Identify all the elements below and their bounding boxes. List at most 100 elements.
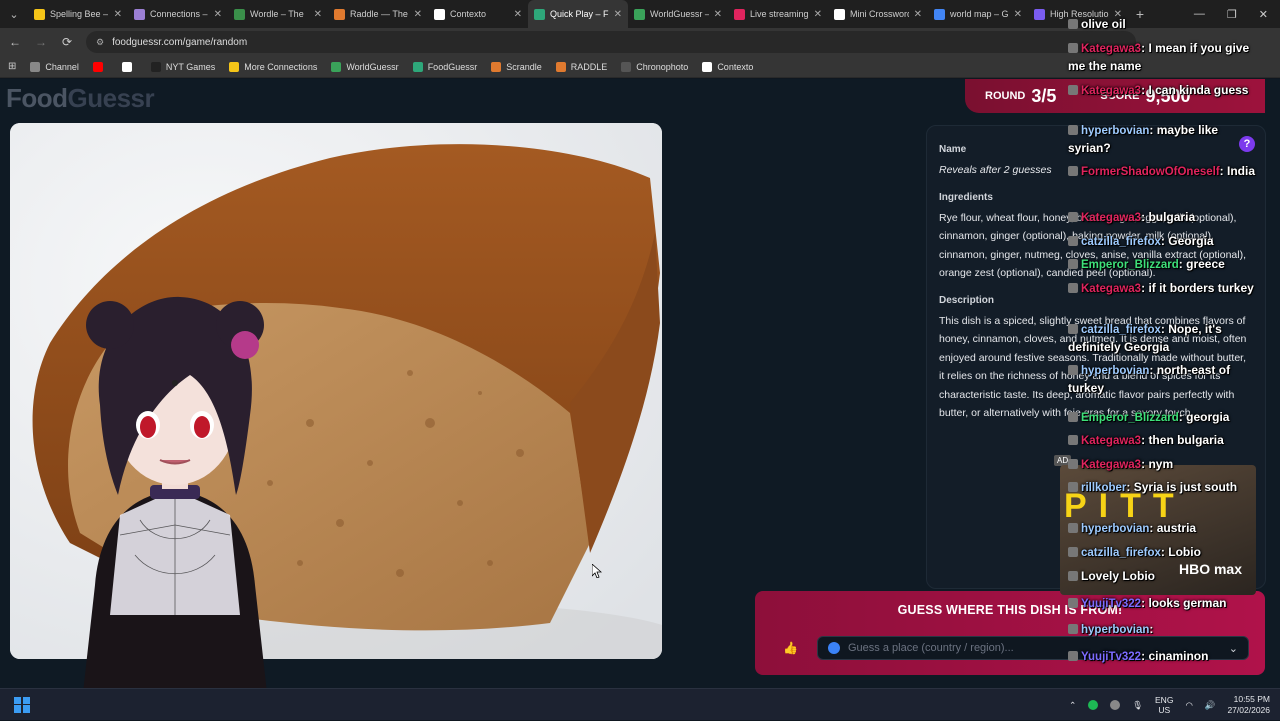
clock[interactable]: 10:55 PM 27/02/2026 — [1227, 694, 1270, 716]
browser-tab[interactable]: world map – G ✕ — [928, 0, 1028, 28]
browser-tab[interactable]: Live streaming ✕ — [728, 0, 828, 28]
url-bar[interactable]: ⚙ foodguessr.com/game/random — [86, 31, 1136, 53]
back-icon[interactable]: ← — [8, 35, 22, 49]
tab-close-icon[interactable]: ✕ — [514, 9, 522, 20]
chat-username: hyperbovian — [1081, 125, 1150, 137]
chat-username: hyperbovian — [1081, 624, 1150, 636]
chat-badge-icon — [1068, 547, 1078, 557]
tab-favicon-icon — [334, 8, 345, 20]
chat-username: YuujiTv322 — [1081, 651, 1142, 663]
chat-username: catzilla_firefox — [1081, 547, 1161, 559]
chat-badge-icon — [1068, 324, 1078, 334]
tab-close-icon[interactable]: ✕ — [614, 9, 622, 20]
chat-username: Kategawa3 — [1081, 85, 1142, 97]
app-tray-icon[interactable] — [1110, 700, 1121, 710]
tab-favicon-icon — [934, 8, 945, 20]
bookmark-item[interactable]: RADDLE — [555, 61, 607, 72]
tab-favicon-icon — [1034, 8, 1045, 20]
microphone-icon[interactable]: 🎙 — [1132, 700, 1143, 711]
bookmark-item[interactable] — [121, 61, 137, 72]
chat-username: catzilla_firefox — [1081, 236, 1161, 248]
bookmark-item[interactable] — [92, 61, 108, 72]
tab-close-icon[interactable]: ✕ — [214, 9, 222, 20]
chat-text: Lovely Lobio — [1081, 569, 1156, 583]
tab-favicon-icon — [234, 8, 245, 20]
thumbs-up-icon[interactable]: 👍 — [783, 641, 798, 655]
chat-badge-icon — [1068, 435, 1078, 445]
chat-badge-icon — [1068, 43, 1078, 53]
chat-badge-icon — [1068, 571, 1078, 581]
chat-message: hyperbovian: maybe like syrian? — [1068, 123, 1219, 155]
tab-close-icon[interactable]: ✕ — [1014, 9, 1022, 20]
volume-icon[interactable]: 🔊 — [1205, 700, 1216, 711]
globe-icon — [828, 642, 840, 654]
tab-favicon-icon — [634, 8, 645, 20]
tab-close-icon[interactable]: ✕ — [714, 9, 722, 20]
mouse-cursor-icon — [592, 564, 602, 578]
chat-badge-icon — [1068, 259, 1078, 269]
tab-search-button[interactable]: ⌄ — [0, 0, 28, 28]
tab-close-icon[interactable]: ✕ — [314, 9, 322, 20]
tab-favicon-icon — [834, 8, 845, 20]
foodguessr-logo[interactable]: FoodGuessr — [6, 83, 155, 114]
browser-tab[interactable]: Connections – ✕ — [128, 0, 228, 28]
browser-tab[interactable]: Wordle – The ✕ — [228, 0, 328, 28]
chat-message: hyperbovian: — [1068, 621, 1264, 639]
tab-label: Connections – — [150, 9, 208, 19]
chat-text: bulgaria — [1148, 210, 1196, 224]
chat-username: Kategawa3 — [1081, 435, 1142, 447]
tab-label: Live streaming — [750, 9, 809, 19]
chat-message: YuujiTv322: cinaminon — [1068, 648, 1264, 666]
bookmark-item[interactable]: Chronophoto — [621, 61, 689, 72]
reload-icon[interactable]: ⟳ — [60, 35, 74, 49]
tab-close-icon[interactable]: ✕ — [814, 9, 822, 20]
browser-tab[interactable]: Contexto ✕ — [428, 0, 528, 28]
chat-username: YuujiTv322 — [1081, 598, 1142, 610]
tab-favicon-icon — [534, 8, 545, 20]
bookmark-item[interactable]: NYT Games — [150, 61, 215, 72]
bookmark-item[interactable]: Channel — [30, 61, 79, 72]
logo-part-food: Food — [6, 83, 68, 113]
tab-label: world map – G — [950, 9, 1009, 19]
apps-icon[interactable]: ⊞ — [8, 61, 16, 72]
wifi-icon[interactable]: ◠ — [1185, 700, 1192, 711]
browser-tab[interactable]: Quick Play – F ✕ — [528, 0, 628, 28]
forward-icon[interactable]: → — [34, 35, 48, 49]
bookmark-item[interactable]: Scrandle — [491, 61, 542, 72]
chat-message: FormerShadowOfOneself: India — [1068, 163, 1264, 181]
chat-username: FormerShadowOfOneself — [1081, 166, 1220, 178]
clock-time: 10:55 PM — [1233, 694, 1270, 704]
chat-username: catzilla_firefox — [1081, 324, 1161, 336]
tab-close-icon[interactable]: ✕ — [414, 9, 422, 20]
browser-tab[interactable]: Mini Crossword ✕ — [828, 0, 928, 28]
chat-badge-icon — [1068, 624, 1078, 634]
bookmark-label: Chronophoto — [636, 61, 689, 72]
chat-text: I can kinda guess — [1148, 83, 1249, 97]
tab-close-icon[interactable]: ✕ — [114, 9, 122, 20]
browser-tab[interactable]: Spelling Bee – ✕ — [28, 0, 128, 28]
browser-tab[interactable]: WorldGuessr – ✕ — [628, 0, 728, 28]
bookmark-item[interactable]: Contexto — [702, 61, 754, 72]
lang-bottom: US — [1158, 705, 1171, 715]
site-info-icon[interactable]: ⚙ — [96, 37, 104, 48]
chat-badge-icon — [1068, 598, 1078, 608]
language-indicator[interactable]: ENG US — [1155, 695, 1173, 715]
bookmark-item[interactable]: FoodGuessr — [412, 61, 477, 72]
chat-badge-icon — [1068, 523, 1078, 533]
tray-chevron-up-icon[interactable]: ⌃ — [1069, 700, 1076, 711]
bookmark-label: Contexto — [717, 61, 754, 72]
chat-badge-icon — [1068, 19, 1078, 29]
bookmark-item[interactable]: WorldGuessr — [331, 61, 399, 72]
tab-label: Quick Play – F — [550, 9, 609, 19]
start-button[interactable] — [14, 696, 30, 713]
chat-username: Emperor_Blizzard — [1081, 412, 1179, 424]
tab-close-icon[interactable]: ✕ — [914, 9, 922, 20]
chat-message: Kategawa3: if it borders turkey — [1068, 280, 1264, 298]
bookmark-item[interactable]: More Connections — [229, 61, 317, 72]
chat-badge-icon — [1068, 283, 1078, 293]
bookmark-favicon-icon — [331, 61, 342, 72]
chat-text: greece — [1186, 257, 1225, 271]
chat-username: Kategawa3 — [1081, 212, 1142, 224]
spotify-icon[interactable] — [1088, 700, 1099, 710]
browser-tab[interactable]: Raddle — The ✕ — [328, 0, 428, 28]
